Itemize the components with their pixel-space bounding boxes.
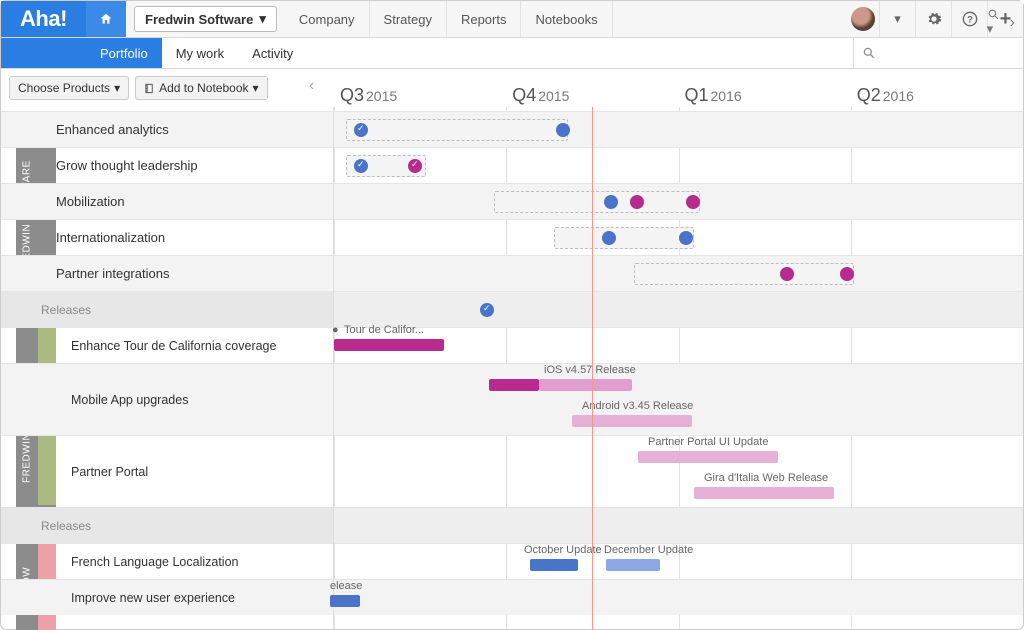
initiative-row[interactable]: Partner Portal [1, 435, 333, 507]
topbar: Aha! Fredwin Software ▾ Company Strategy… [1, 1, 1023, 38]
release-bar[interactable] [334, 339, 444, 351]
releases-row[interactable]: Releases [1, 507, 333, 543]
search-icon [862, 46, 876, 60]
timeline: Q32015 Q42015 Q12016 Q22016 [333, 107, 1023, 629]
home-icon [99, 12, 113, 26]
timeline-row [334, 219, 1023, 255]
timeline-row [334, 507, 1023, 543]
milestone-dot[interactable] [840, 267, 854, 281]
milestone-dot[interactable] [780, 267, 794, 281]
releases-row[interactable]: Releases [1, 291, 333, 327]
milestone-dot[interactable] [408, 159, 422, 173]
tab-my-work[interactable]: My work [162, 38, 238, 68]
home-button[interactable] [86, 1, 126, 37]
nav-reports[interactable]: Reports [447, 1, 522, 37]
nav-company[interactable]: Company [285, 1, 370, 37]
milestone-dot[interactable] [630, 195, 644, 209]
goal-row[interactable]: Grow thought leadership [1, 147, 333, 183]
goal-span[interactable] [554, 227, 694, 249]
nav-notebooks[interactable]: Notebooks [521, 1, 612, 37]
gear-icon [926, 11, 942, 27]
timeline-row: ● Tour de Califor... [334, 327, 1023, 363]
initiative-row[interactable]: Mobile App upgrades [1, 363, 333, 435]
release-bar[interactable] [330, 595, 360, 607]
help-button[interactable]: ? [951, 1, 987, 37]
release-bar[interactable] [489, 379, 539, 391]
goal-row[interactable]: Enhanced analytics [1, 111, 333, 147]
caret-down-icon: ▾ [114, 81, 120, 95]
user-menu-caret[interactable]: ▾ [879, 1, 915, 37]
timeline-row: October Update December Update [334, 543, 1023, 579]
milestone-dot[interactable] [686, 195, 700, 209]
bar-label: Tour de Califor... [344, 324, 424, 336]
caret-down-icon: ▾ [259, 11, 266, 27]
avatar[interactable] [851, 7, 875, 31]
timeline-row: elease [334, 579, 1023, 615]
tab-activity[interactable]: Activity [238, 38, 307, 68]
secondary-nav: Portfolio My work Activity [1, 38, 1023, 69]
goal-span[interactable] [494, 191, 700, 213]
milestone-dot[interactable] [354, 123, 368, 137]
milestone-dot[interactable] [679, 231, 693, 245]
timeline-row [334, 111, 1023, 147]
row-labels: FREDWIN SOFTWARE FREDWIN CYCLING FREDW E… [1, 107, 333, 629]
search-icon [987, 8, 1000, 21]
timeline-row [334, 291, 1023, 327]
workspace-picker[interactable]: Fredwin Software ▾ [134, 6, 277, 32]
timeline-row [334, 255, 1023, 291]
help-icon: ? [962, 11, 978, 27]
milestone-dot[interactable] [604, 195, 618, 209]
quarter-header: Q22016 [851, 81, 1023, 107]
timeline-controls: ▾ › [987, 8, 1015, 37]
bar-label: Gira d'Italia Web Release [704, 472, 828, 484]
choose-products-button[interactable]: Choose Products▾ [9, 76, 129, 100]
milestone-dot[interactable] [354, 159, 368, 173]
bar-label: elease [330, 580, 362, 592]
add-to-notebook-button[interactable]: Add to Notebook▾ [135, 76, 267, 100]
release-bar[interactable] [530, 559, 578, 571]
goal-row[interactable]: Internationalization [1, 219, 333, 255]
quarter-header: Q12016 [679, 81, 851, 107]
quarter-header: Q42015 [506, 81, 678, 107]
workspace-name: Fredwin Software [145, 12, 253, 27]
search-input[interactable] [853, 38, 1023, 68]
goal-span[interactable] [346, 119, 568, 141]
milestone-dot[interactable] [602, 231, 616, 245]
goal-row[interactable]: Partner integrations [1, 255, 333, 291]
quarter-header: Q32015 [334, 81, 506, 107]
release-bar[interactable] [539, 379, 632, 391]
initiative-row[interactable]: French Language Localization [1, 543, 333, 579]
svg-text:?: ? [967, 14, 973, 24]
timeline-row [334, 183, 1023, 219]
caret-down-icon: ▾ [253, 81, 259, 95]
timeline-row: Partner Portal UI Update Gira d'Italia W… [334, 435, 1023, 507]
initiative-row[interactable]: Enhance Tour de California coverage [1, 327, 333, 363]
bar-label: Android v3.45 Release [582, 400, 693, 412]
bar-label: October Update [524, 544, 602, 556]
bar-label: December Update [604, 544, 693, 556]
secondary-spacer [1, 38, 86, 68]
bar-label: Partner Portal UI Update [648, 436, 768, 448]
nav-strategy[interactable]: Strategy [370, 1, 447, 37]
milestone-dot[interactable] [556, 123, 570, 137]
release-bar[interactable] [572, 415, 692, 427]
goal-row[interactable]: Mobilization [1, 183, 333, 219]
timeline-prev[interactable]: ‹ [309, 77, 314, 95]
bar-label: iOS v4.57 Release [544, 364, 636, 376]
settings-button[interactable] [915, 1, 951, 37]
initiative-row[interactable]: Improve new user experience [1, 579, 333, 615]
release-bar[interactable] [606, 559, 660, 571]
timeline-next[interactable]: › [1010, 14, 1015, 32]
today-line [592, 107, 593, 629]
timeline-row: iOS v4.57 Release Android v3.45 Release [334, 363, 1023, 435]
release-bar[interactable] [638, 451, 778, 463]
release-marker[interactable] [480, 303, 494, 317]
tab-portfolio[interactable]: Portfolio [86, 38, 162, 68]
release-bar[interactable] [694, 487, 834, 499]
zoom-button[interactable]: ▾ [987, 8, 1000, 37]
notebook-icon [144, 83, 155, 94]
goal-span[interactable] [634, 263, 854, 285]
logo: Aha! [1, 1, 86, 37]
timeline-row [334, 147, 1023, 183]
